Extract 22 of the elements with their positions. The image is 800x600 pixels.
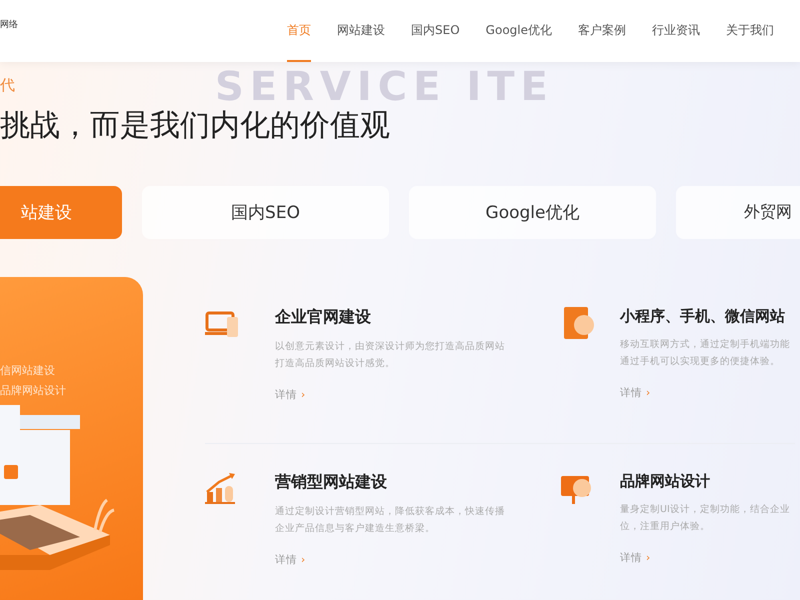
service-title: 营销型网站建设	[275, 472, 388, 492]
category-tab[interactable]: Google优化	[409, 186, 656, 239]
nav-link[interactable]: 国内SEO	[411, 0, 460, 62]
section-heading: 挑战，而是我们内化的价值观	[0, 107, 390, 145]
nav-link[interactable]: Google优化	[486, 0, 552, 62]
card-text: 信网站建设	[0, 363, 56, 379]
service-description: 量身定制UI设计，定制功能，结合企业位，注重用户体验。	[620, 502, 791, 534]
category-tab[interactable]: 国内SEO	[142, 186, 389, 239]
section-kicker: 代	[0, 76, 15, 95]
nav-link[interactable]: 网站建设	[337, 0, 386, 62]
logo-text: 网络	[0, 18, 18, 31]
service-title: 品牌网站设计	[620, 472, 711, 490]
nav-link[interactable]: 行业资讯	[652, 0, 700, 62]
service-title: 小程序、手机、微信网站	[620, 307, 786, 326]
service-description: 通过定制设计营销型网站，降低获客成本，快速传播企业产品信息与客户建造生意桥梁。	[275, 504, 505, 536]
nav-link[interactable]: 客户案例	[578, 0, 626, 62]
service-description: 以创意元素设计，由资深设计师为您打造高品质网站打造高品质网站设计感觉。	[275, 340, 505, 371]
service-title: 企业官网建设	[275, 307, 372, 328]
service-description: 移动互联网方式，通过定制手机端功能通过手机可以实现更多的便捷体验。	[620, 338, 791, 369]
card-text: 品牌网站设计	[0, 383, 67, 399]
nav-link[interactable]: 关于我们	[726, 0, 774, 62]
category-tab[interactable]: 外贸网	[676, 186, 800, 239]
